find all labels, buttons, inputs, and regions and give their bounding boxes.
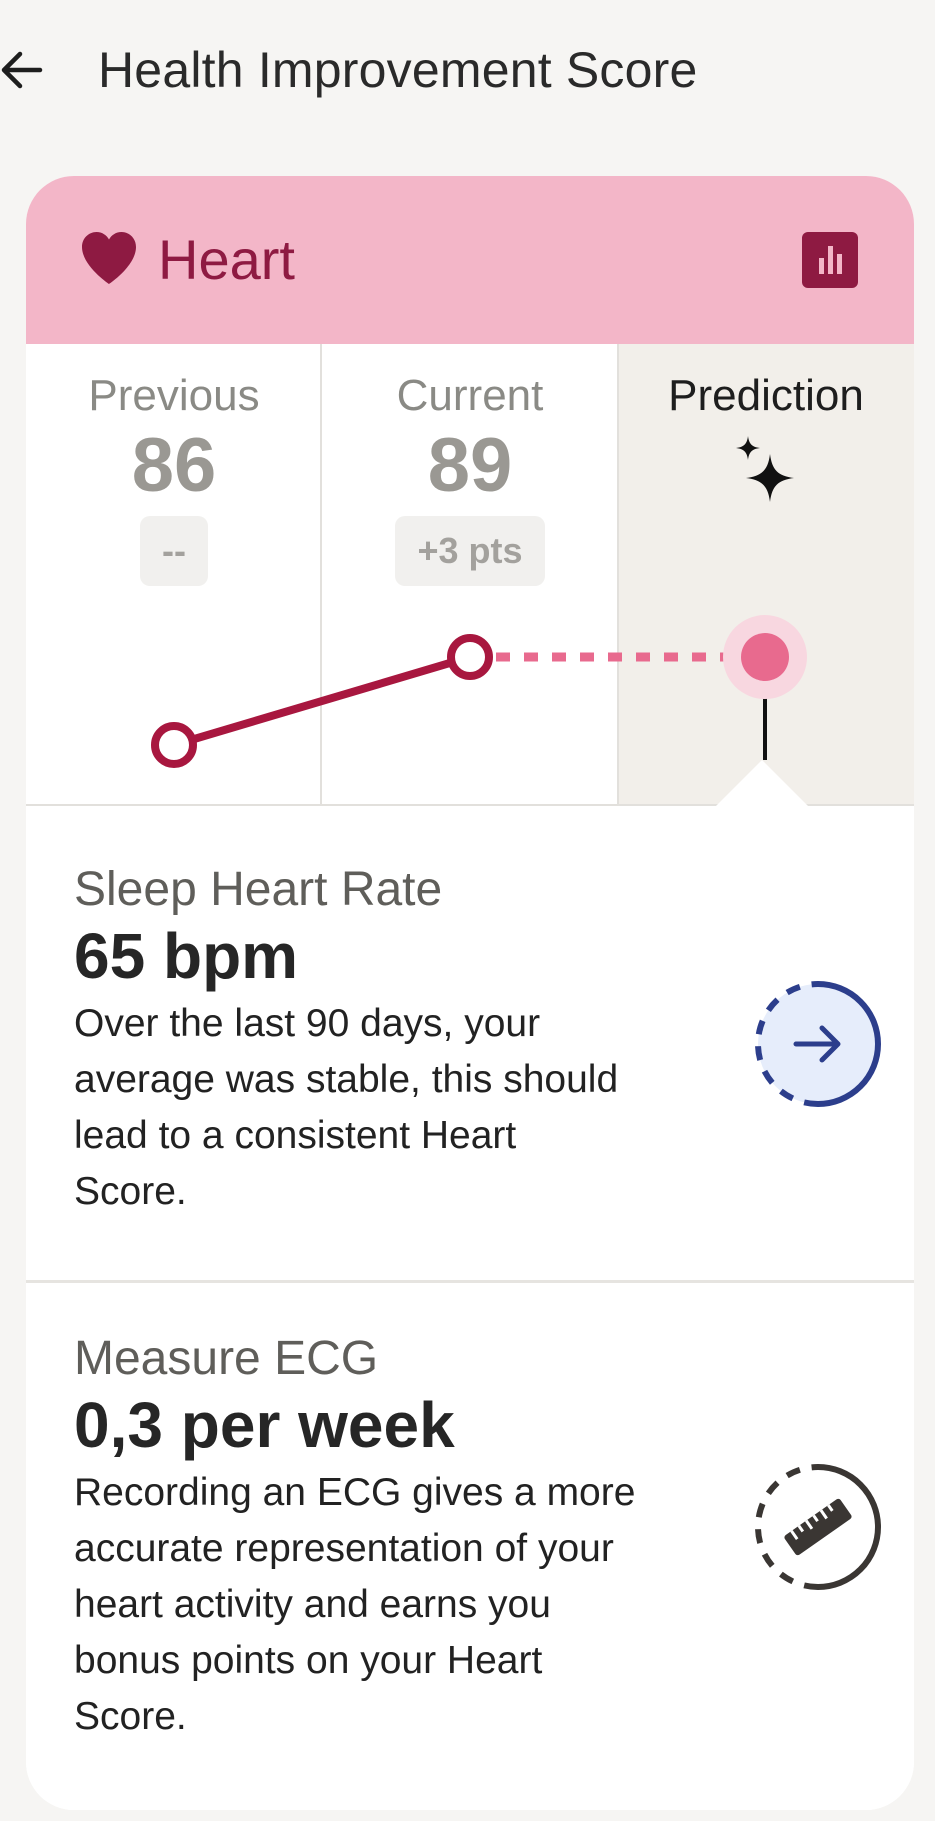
- back-button[interactable]: [0, 40, 48, 100]
- metric-description: Recording an ECG gives a more accurate r…: [74, 1465, 714, 1745]
- score-line-segment: [170, 653, 474, 749]
- score-point-prediction: [741, 633, 789, 682]
- metric-label: Measure ECG: [74, 1332, 379, 1385]
- description-line: bonus points on your Heart: [74, 1639, 543, 1682]
- arrow-right-icon[interactable]: [752, 978, 884, 1110]
- prediction-pointer: [716, 760, 808, 806]
- metric-description: Over the last 90 days, your average was …: [74, 996, 714, 1220]
- description-line: Recording an ECG gives a more: [74, 1471, 636, 1514]
- page-title: Health Improvement Score: [98, 42, 698, 98]
- description-line: Score.: [74, 1695, 187, 1738]
- description-line: accurate representation of your: [74, 1527, 614, 1570]
- metric-sleep-heart-rate[interactable]: Sleep Heart Rate 65 bpm Over the last 90…: [26, 806, 914, 1280]
- description-line: lead to a consistent Heart: [74, 1114, 517, 1157]
- description-line: Score.: [74, 1170, 187, 1213]
- metric-measure-ecg[interactable]: Measure ECG 0,3 per week Recording an EC…: [26, 1283, 914, 1810]
- heart-card: Heart Previous 86 -- Current 89 +3 pts P…: [26, 176, 914, 1810]
- bar-chart-icon: [819, 246, 842, 274]
- card-header: Heart: [26, 176, 914, 344]
- score-chart: Previous 86 -- Current 89 +3 pts Predict…: [26, 344, 914, 806]
- chart-stats-button[interactable]: [802, 232, 858, 288]
- metric-label: Sleep Heart Rate: [74, 863, 443, 916]
- score-point-previous: [151, 722, 197, 768]
- heart-icon: [82, 232, 136, 284]
- metric-value: 65 bpm: [74, 920, 299, 992]
- score-line-chart: [151, 615, 808, 806]
- metric-value: 0,3 per week: [74, 1389, 455, 1461]
- app-bar: Health Improvement Score: [0, 0, 935, 140]
- arrow-left-icon: [1, 51, 43, 89]
- description-line: Over the last 90 days, your: [74, 1002, 541, 1045]
- description-line: average was stable, this should: [74, 1058, 619, 1101]
- description-line: heart activity and earns you: [74, 1583, 551, 1626]
- score-point-current: [447, 634, 493, 681]
- ruler-icon[interactable]: [752, 1461, 884, 1593]
- card-title: Heart: [158, 228, 295, 291]
